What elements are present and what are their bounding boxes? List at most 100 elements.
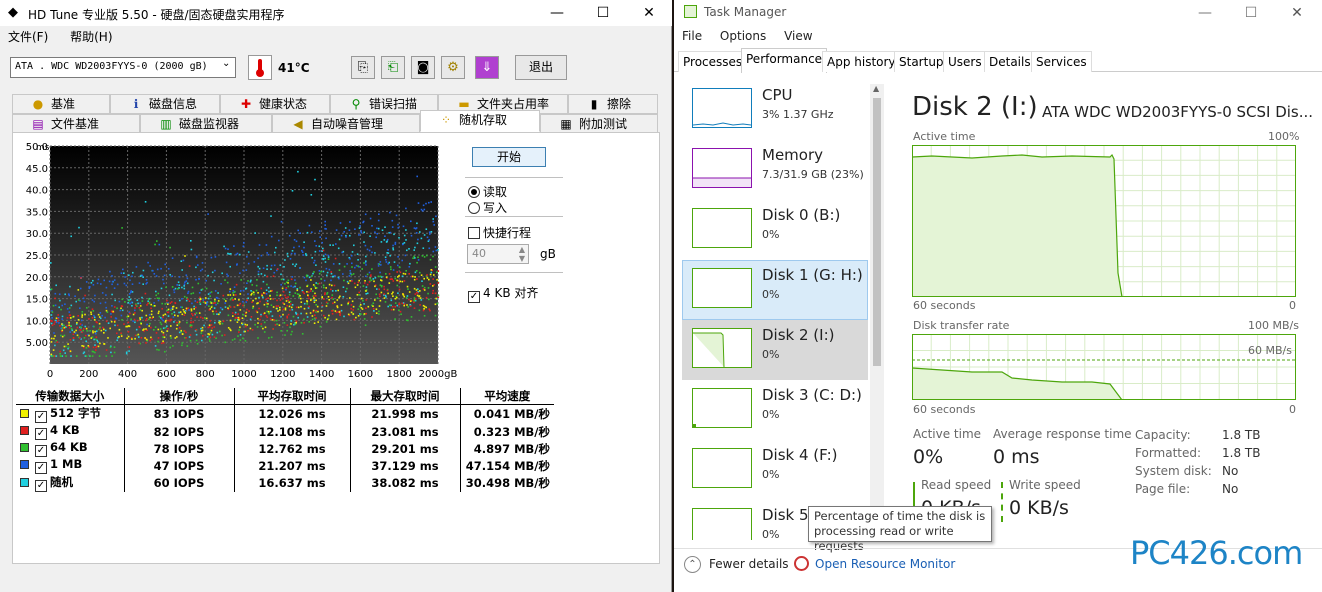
scatter-point [319, 236, 321, 238]
scatter-point [367, 305, 370, 308]
scatter-point [305, 312, 308, 315]
scatter-point [124, 301, 126, 303]
scatter-point [306, 300, 309, 303]
exit-button[interactable]: 退出 [515, 55, 567, 80]
checkmark-icon[interactable]: ✓ [35, 480, 47, 492]
size-cell[interactable]: ✓ 4 KB [16, 423, 124, 440]
scroll-up-icon[interactable]: ▲ [873, 84, 879, 93]
sidebar-item-disk1[interactable]: Disk 1 (G: H:) 0% [682, 260, 868, 320]
tab-startup[interactable]: Startup [894, 51, 949, 72]
scatter-point [55, 317, 58, 319]
tab-erase[interactable]: ▮ 擦除 [568, 94, 658, 114]
tab-services[interactable]: Services [1031, 51, 1092, 72]
scatter-point [397, 292, 399, 294]
size-cell[interactable]: ✓ 64 KB [16, 440, 124, 457]
sidebar-item-cpu[interactable]: CPU 3% 1.37 GHz [682, 80, 868, 140]
scatter-point [279, 306, 281, 309]
scatter-point [389, 278, 392, 280]
scatter-point [96, 321, 98, 324]
tab-users[interactable]: Users [943, 51, 987, 72]
scatter-point [121, 227, 123, 229]
scatter-point [152, 270, 154, 272]
maximize-button[interactable]: ☐ [580, 0, 626, 26]
start-button[interactable]: 开始 [472, 147, 546, 167]
open-resource-monitor-link[interactable]: Open Resource Monitor [815, 557, 955, 571]
menu-options[interactable]: Options [720, 29, 766, 43]
chevron-down-icon[interactable]: ⌄ [222, 58, 230, 69]
scatter-point [150, 310, 153, 313]
sidebar-item-disk2[interactable]: Disk 2 (I:) 0% [682, 320, 868, 380]
scatter-point [408, 291, 411, 293]
close-button[interactable]: ✕ [626, 0, 672, 26]
scatter-point [403, 242, 406, 244]
scatter-point [300, 312, 302, 315]
align-4kb-checkbox[interactable]: ✓ 4 KB 对齐 [468, 284, 538, 303]
read-radio[interactable]: 读取 [468, 183, 507, 200]
tab-random-access[interactable]: ⁘ 随机存取 [420, 110, 540, 132]
scrollbar-thumb[interactable] [873, 98, 881, 366]
scatter-point [53, 323, 56, 325]
scatter-point [303, 241, 305, 243]
menu-help[interactable]: 帮助(H) [70, 30, 112, 44]
scatter-point [434, 292, 437, 295]
scatter-point [246, 324, 248, 326]
tab-disk-monitor[interactable]: ▥ 磁盘监视器 [140, 114, 272, 134]
quick-stroke-input[interactable]: 40 ▲ ▼ [467, 244, 529, 264]
menu-view[interactable]: View [784, 29, 812, 43]
sidebar-item-disk4[interactable]: Disk 4 (F:) 0% [682, 440, 868, 500]
sidebar-item-disk3[interactable]: Disk 3 (C: D:) 0% [682, 380, 868, 440]
tab-performance[interactable]: Performance [741, 48, 828, 73]
scatter-point [299, 232, 301, 234]
download-icon[interactable]: ⇓ [475, 56, 499, 79]
scatter-point [91, 299, 94, 301]
menu-file[interactable]: File [682, 29, 702, 43]
tab-file-benchmark[interactable]: ▤ 文件基准 [12, 114, 140, 134]
write-radio[interactable]: 写入 [468, 199, 507, 216]
tab-label: 基准 [51, 97, 76, 111]
fewer-details-link[interactable]: Fewer details [709, 557, 789, 571]
quick-stroke-checkbox[interactable]: 快捷行程 [468, 224, 531, 241]
tab-aam[interactable]: ◀ 自动噪音管理 [272, 114, 420, 134]
scatter-point [322, 270, 325, 273]
chevron-up-icon[interactable]: ⌃ [684, 556, 701, 573]
checkmark-icon[interactable]: ✓ [35, 462, 47, 474]
tab-disk-info[interactable]: ℹ 磁盘信息 [110, 94, 220, 114]
close-button[interactable]: ✕ [1274, 0, 1320, 26]
minimize-button[interactable]: — [1182, 0, 1228, 26]
sidebar-item-disk0[interactable]: Disk 0 (B:) 0% [682, 200, 868, 260]
tab-extra-tests[interactable]: ▦ 附加测试 [540, 114, 658, 134]
tab-app-history[interactable]: App history [822, 51, 901, 72]
checkmark-icon[interactable]: ✓ [35, 428, 47, 440]
checkmark-icon[interactable]: ✓ [35, 411, 47, 423]
maximize-button[interactable]: ☐ [1228, 0, 1274, 26]
scatter-point [149, 316, 151, 319]
size-cell[interactable]: ✓ 随机 [16, 474, 124, 492]
scatter-point [338, 296, 340, 299]
options-icon[interactable]: ⚙ [441, 56, 465, 79]
avg-access-cell: 12.108 ms [233, 423, 350, 440]
size-cell[interactable]: ✓ 1 MB [16, 457, 124, 474]
tab-benchmark[interactable]: ● 基准 [12, 94, 110, 114]
minimize-button[interactable]: — [534, 0, 580, 26]
scatter-point [407, 306, 409, 308]
scatter-point [221, 322, 224, 325]
tab-processes[interactable]: Processes [678, 51, 748, 72]
menu-file[interactable]: 文件(F) [8, 30, 48, 44]
scatter-point [428, 239, 430, 241]
checkmark-icon[interactable]: ✓ [35, 445, 47, 457]
scatter-point [59, 299, 61, 302]
sidebar-item-memory[interactable]: Memory 7.3/31.9 GB (23%) [682, 140, 868, 200]
spinner-arrows-icon[interactable]: ▲ ▼ [519, 245, 525, 263]
scatter-point [107, 322, 110, 324]
copy-icon[interactable]: ⎘ [351, 56, 375, 79]
memory-thumbnail [692, 148, 752, 188]
tab-health[interactable]: ✚ 健康状态 [220, 94, 330, 114]
camera-icon[interactable]: ◙ [411, 56, 435, 79]
size-cell[interactable]: ✓ 512 字节 [16, 405, 124, 423]
tab-details[interactable]: Details [984, 51, 1036, 72]
scatter-point [253, 261, 256, 263]
copy-all-icon[interactable]: ⎗ [381, 56, 405, 79]
scatter-point [270, 304, 273, 306]
sidebar-scrollbar[interactable]: ▲ [870, 84, 884, 540]
drive-select[interactable]: ATA . WDC WD2003FYYS-0 (2000 gB) [10, 57, 236, 78]
